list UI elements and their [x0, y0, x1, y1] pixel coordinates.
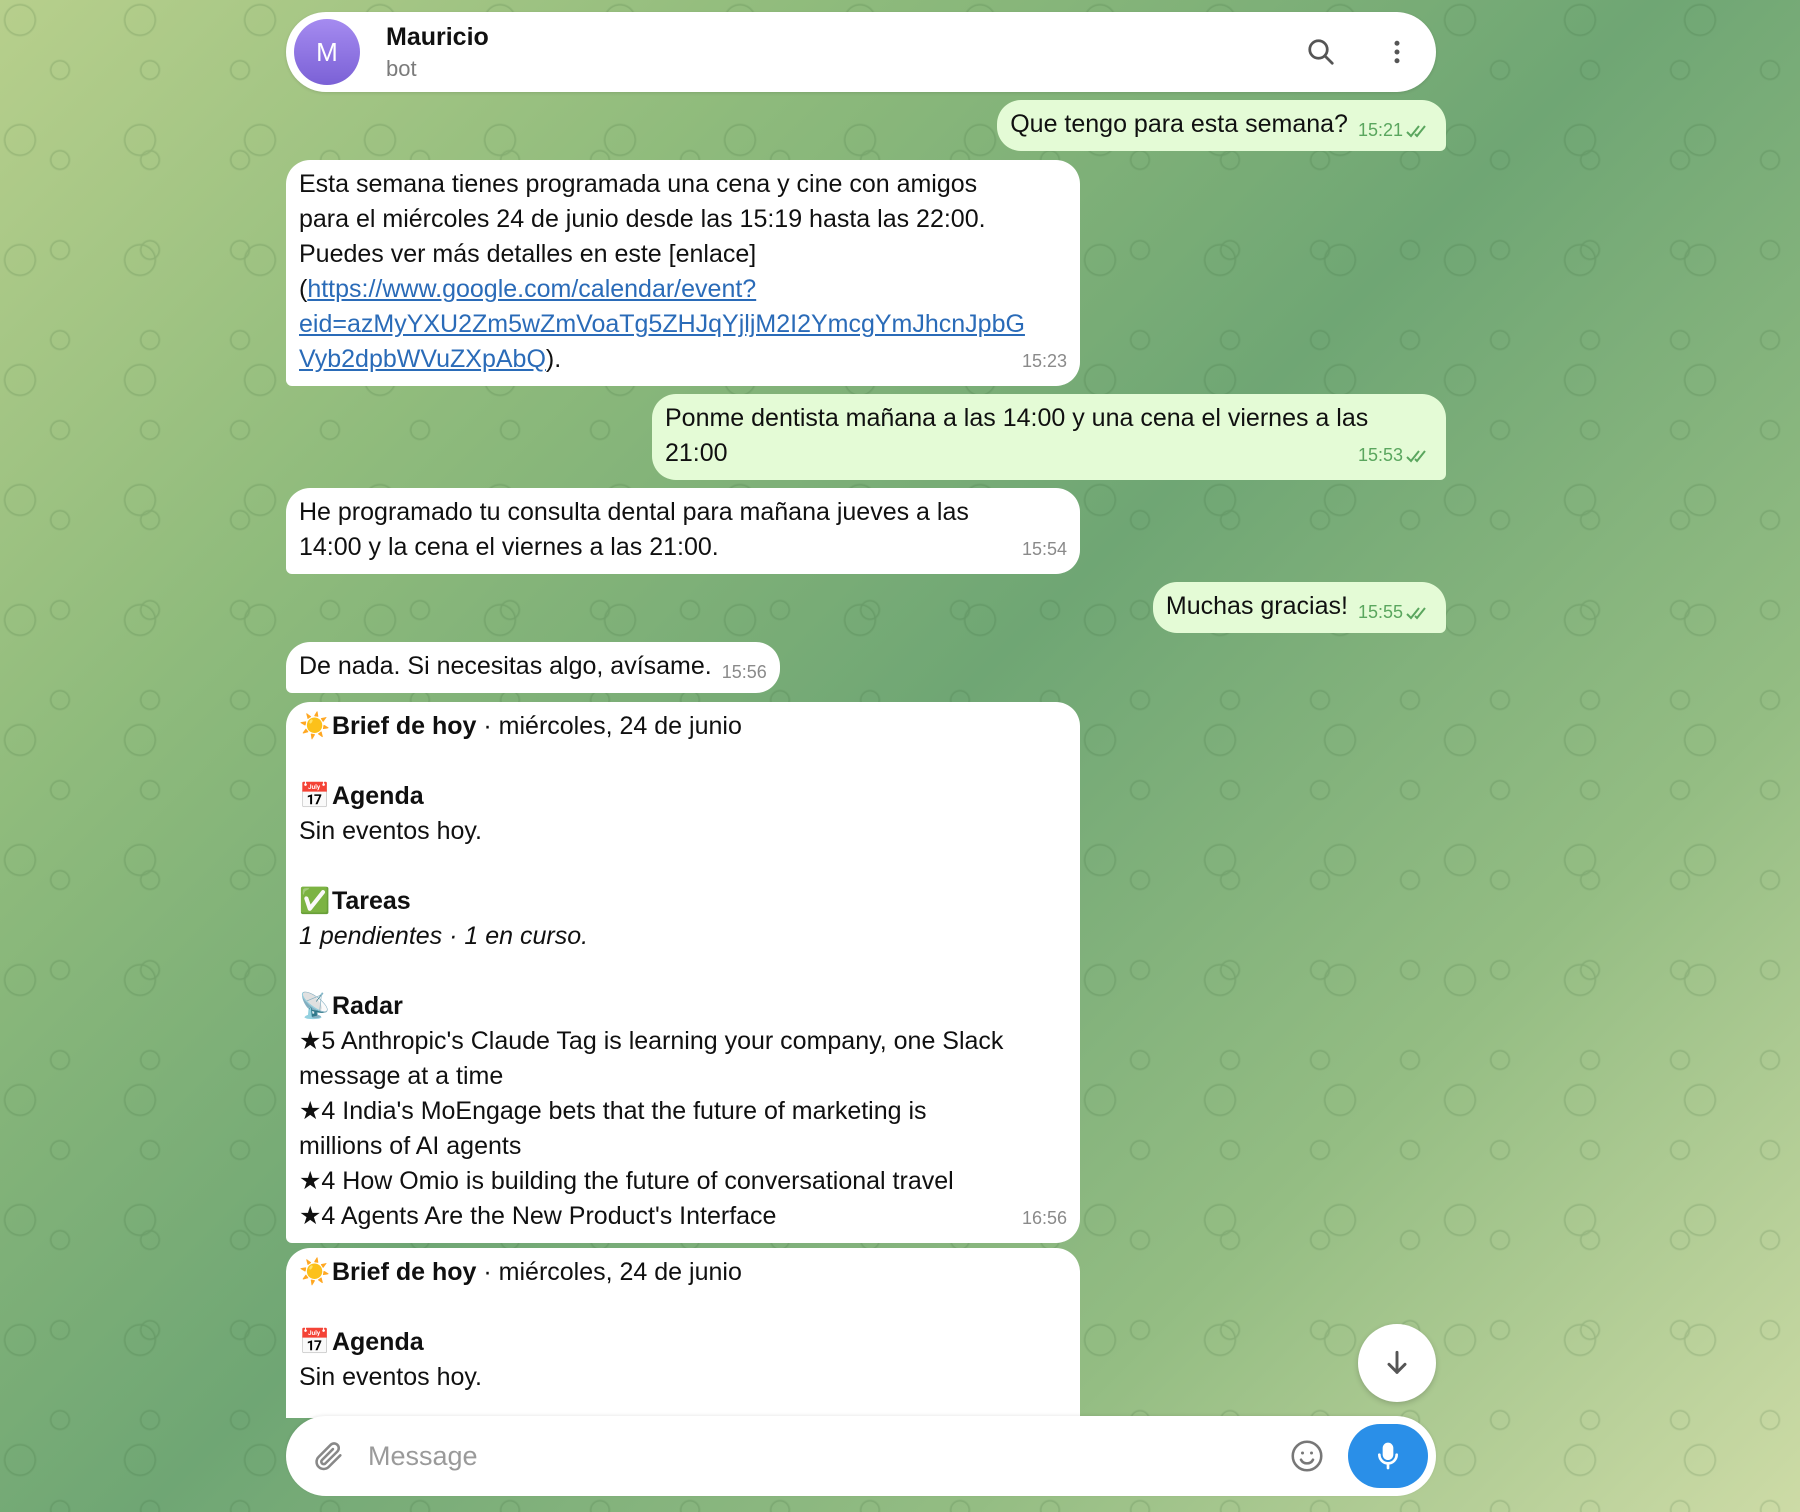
message-input[interactable]	[368, 1440, 1288, 1472]
message-line: 21:00	[665, 439, 728, 467]
emoji-button[interactable]	[1288, 1437, 1326, 1475]
message-text: Que tengo para esta semana?	[1010, 110, 1348, 138]
message-line: He programado tu consulta dental para ma…	[299, 498, 969, 526]
message-incoming-brief[interactable]: ☀️ Brief de hoy · miércoles, 24 de junio…	[286, 702, 1080, 1243]
radar-item: ★4 How Omio is building the future of co…	[299, 1167, 954, 1195]
message-time: 15:54	[1021, 539, 1067, 559]
check-box-icon: ✅	[299, 887, 331, 915]
message-outgoing[interactable]: Que tengo para esta semana? 15:21	[997, 100, 1446, 151]
calendar-link[interactable]: https://www.google.com/calendar/event?	[307, 275, 756, 303]
voice-record-button[interactable]	[1348, 1424, 1428, 1488]
more-vertical-icon	[1394, 40, 1400, 64]
attach-icon	[315, 1442, 342, 1471]
sun-icon: ☀️	[299, 1258, 331, 1286]
double-check-icon	[1406, 125, 1426, 138]
calendar-link[interactable]: Vyb2dpbWVuZXpAbQ	[299, 345, 546, 373]
radar-item: ★4 Agents Are the New Product's Interfac…	[299, 1202, 777, 1230]
message-time: 16:56	[1021, 1208, 1067, 1228]
avatar[interactable]: M	[294, 19, 360, 85]
satellite-icon: 📡	[299, 992, 331, 1020]
message-line: 14:00 y la cena el viernes a las 21:00.	[299, 533, 719, 561]
chat-title-block[interactable]: Mauricio bot	[386, 23, 489, 82]
search-button[interactable]	[1302, 33, 1340, 71]
search-icon	[1308, 39, 1334, 65]
radar-item: ★5 Anthropic's Claude Tag is learning yo…	[299, 1027, 1004, 1055]
message-incoming-brief[interactable]: ☀️ Brief de hoy · miércoles, 24 de junio…	[286, 1248, 1080, 1418]
message-incoming[interactable]: De nada. Si necesitas algo, avísame. 15:…	[286, 642, 780, 693]
message-outgoing[interactable]: Muchas gracias! 15:55	[1152, 582, 1446, 633]
message-incoming[interactable]: Esta semana tienes programada una cena y…	[286, 160, 1080, 386]
message-time: 15:55	[1358, 601, 1433, 623]
radar-item: ★4 India's MoEngage bets that the future…	[299, 1097, 927, 1125]
message-line: Esta semana tienes programada una cena y…	[299, 170, 978, 198]
chat-header[interactable]: M Mauricio bot	[286, 12, 1436, 92]
radar-item: message at a time	[299, 1062, 504, 1090]
message-time: 15:53	[1358, 444, 1433, 466]
arrow-down-icon	[1387, 1350, 1407, 1374]
message-text: Muchas gracias!	[1165, 592, 1348, 620]
more-options-button[interactable]	[1378, 33, 1416, 71]
message-line: Ponme dentista mañana a las 14:00 y una …	[665, 404, 1369, 432]
message-time: 15:21	[1358, 119, 1433, 141]
calendar-icon: 📅	[299, 1328, 331, 1356]
emoji-icon	[1291, 1440, 1323, 1472]
radar-item: millions of AI agents	[299, 1132, 522, 1160]
chat-subtitle: bot	[386, 55, 417, 81]
attach-button[interactable]	[310, 1437, 348, 1475]
scroll-to-bottom-button[interactable]	[1358, 1324, 1436, 1402]
message-text: De nada. Si necesitas algo, avísame.	[299, 652, 712, 680]
message-incoming[interactable]: He programado tu consulta dental para ma…	[286, 488, 1080, 574]
message-line: para el miércoles 24 de junio desde las …	[299, 205, 986, 233]
calendar-link[interactable]: eid=azMyYXU2Zm5wZmVoaTg5ZHJqYjljM2I2Ymcg…	[299, 310, 1025, 338]
sun-icon: ☀️	[299, 712, 331, 740]
calendar-icon: 📅	[299, 782, 331, 810]
message-line: Puedes ver más detalles en este [enlace]	[299, 240, 757, 268]
message-time: 15:56	[721, 662, 767, 682]
message-outgoing[interactable]: Ponme dentista mañana a las 14:00 y una …	[652, 394, 1446, 480]
mic-icon	[1378, 1442, 1398, 1470]
double-check-icon	[1406, 607, 1426, 620]
message-time: 15:23	[1021, 351, 1067, 371]
double-check-icon	[1406, 450, 1426, 463]
message-composer	[286, 1416, 1436, 1496]
chat-name: Mauricio	[386, 22, 489, 51]
